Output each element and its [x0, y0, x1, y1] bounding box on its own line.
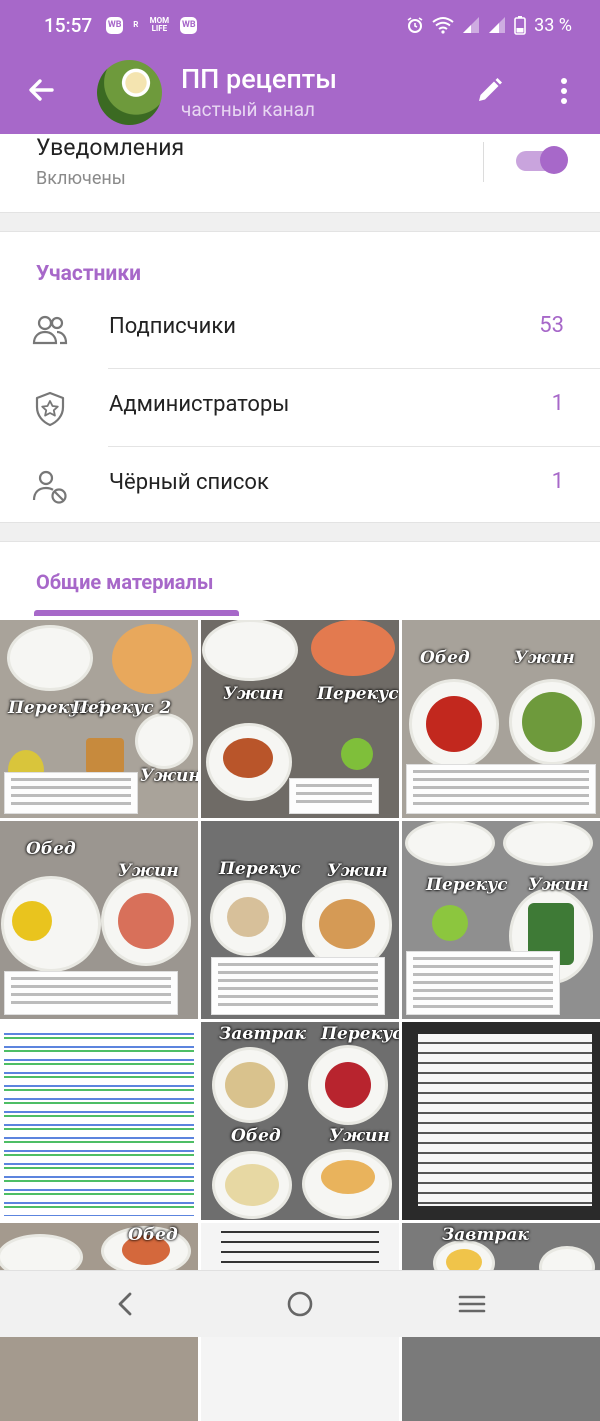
- caption: Ужин: [118, 861, 179, 881]
- battery-level: 33 %: [534, 14, 572, 36]
- blacklist-row[interactable]: Чёрный список 1: [0, 448, 600, 525]
- notifications-toggle[interactable]: [514, 144, 568, 174]
- caption: Ужин: [140, 766, 198, 786]
- media-thumbnail[interactable]: Перекус Ужин: [201, 821, 399, 1019]
- pencil-icon[interactable]: [472, 74, 506, 108]
- media-thumbnail[interactable]: Завтрак Перекус Обед Ужин: [201, 1022, 399, 1220]
- notifications-title: Уведомления: [36, 134, 185, 161]
- momlife-app-icon: MOM LIFE: [149, 16, 170, 33]
- caption: Обед: [420, 648, 470, 668]
- row-label: Администраторы: [109, 392, 290, 417]
- arrow-left-icon[interactable]: [22, 70, 62, 110]
- row-label: Чёрный список: [109, 470, 269, 495]
- tab-shared-media[interactable]: Общие материалы: [36, 570, 213, 594]
- section-divider: [0, 212, 600, 232]
- shared-media-section: Общие материалы Перекус 1 Перекус 2 Ужин…: [0, 542, 600, 1421]
- signal-icon: [489, 17, 506, 33]
- system-navigation-bar: [0, 1270, 600, 1337]
- channel-title: ПП рецепты: [181, 63, 337, 95]
- back-nav-icon[interactable]: [111, 1289, 141, 1319]
- media-thumbnail[interactable]: [402, 1022, 600, 1220]
- media-thumbnail[interactable]: Обед Ужин: [402, 620, 600, 818]
- caption: Ужин: [329, 1126, 390, 1146]
- row-label: Подписчики: [109, 314, 236, 339]
- caption: Завтрак: [442, 1225, 529, 1245]
- subscribers-row[interactable]: Подписчики 53: [0, 292, 600, 369]
- caption: Ужин: [514, 648, 575, 668]
- wb-app-icon: WB: [180, 16, 198, 34]
- notifications-status: Включены: [36, 168, 126, 189]
- status-bar: 15:57 WB R MOM LIFE WB 33 %: [0, 0, 600, 50]
- caption: Обед: [128, 1225, 178, 1245]
- caption: Перекус: [426, 875, 508, 895]
- caption: Обед: [231, 1126, 281, 1146]
- members-section: Участники Подписчики 53 Администраторы 1…: [0, 232, 600, 522]
- divider: [483, 142, 484, 182]
- r-app-icon: R: [133, 20, 139, 29]
- media-grid: Перекус 1 Перекус 2 Ужин Ужин Перекус Об…: [0, 620, 600, 1421]
- admin-shield-icon: [35, 391, 65, 427]
- caption: Ужин: [327, 861, 388, 881]
- media-thumbnail[interactable]: Перекус 1 Перекус 2 Ужин: [0, 620, 198, 818]
- row-count: 53: [539, 313, 564, 338]
- users-icon: [32, 315, 68, 345]
- user-blocked-icon: [32, 470, 67, 504]
- channel-header: ПП рецепты частный канал: [0, 50, 600, 134]
- row-count: 1: [551, 469, 564, 494]
- row-divider: [108, 368, 600, 369]
- notifications-setting[interactable]: Уведомления Включены: [0, 134, 600, 212]
- status-time: 15:57: [44, 13, 93, 37]
- media-thumbnail[interactable]: Обед Ужин: [0, 821, 198, 1019]
- channel-subtitle: частный канал: [181, 98, 316, 121]
- wifi-icon: [432, 17, 454, 34]
- row-divider: [108, 446, 600, 447]
- alarm-icon: [407, 17, 423, 33]
- media-thumbnail[interactable]: [0, 1022, 198, 1220]
- caption: Обед: [26, 839, 76, 859]
- wb-app-icon: WB: [106, 16, 124, 34]
- channel-avatar[interactable]: [97, 60, 162, 125]
- caption: Ужин: [528, 875, 589, 895]
- section-divider: [0, 522, 600, 542]
- battery-icon: [514, 16, 526, 35]
- caption: Перекус 2: [72, 698, 172, 718]
- caption: Перекус: [317, 684, 399, 704]
- section-title: Участники: [36, 262, 142, 286]
- media-thumbnail[interactable]: Перекус Ужин: [402, 821, 600, 1019]
- signal-icon: [463, 17, 480, 33]
- home-nav-icon[interactable]: [285, 1289, 315, 1319]
- media-thumbnail[interactable]: Ужин Перекус: [201, 620, 399, 818]
- caption: Перекус: [219, 859, 301, 879]
- row-count: 1: [551, 391, 564, 416]
- caption: Перекус: [321, 1024, 399, 1044]
- more-vertical-icon[interactable]: [552, 74, 576, 108]
- caption: Ужин: [223, 684, 284, 704]
- tab-indicator: [34, 610, 239, 616]
- caption: Завтрак: [219, 1024, 306, 1044]
- recents-nav-icon[interactable]: [457, 1289, 487, 1319]
- administrators-row[interactable]: Администраторы 1: [0, 370, 600, 447]
